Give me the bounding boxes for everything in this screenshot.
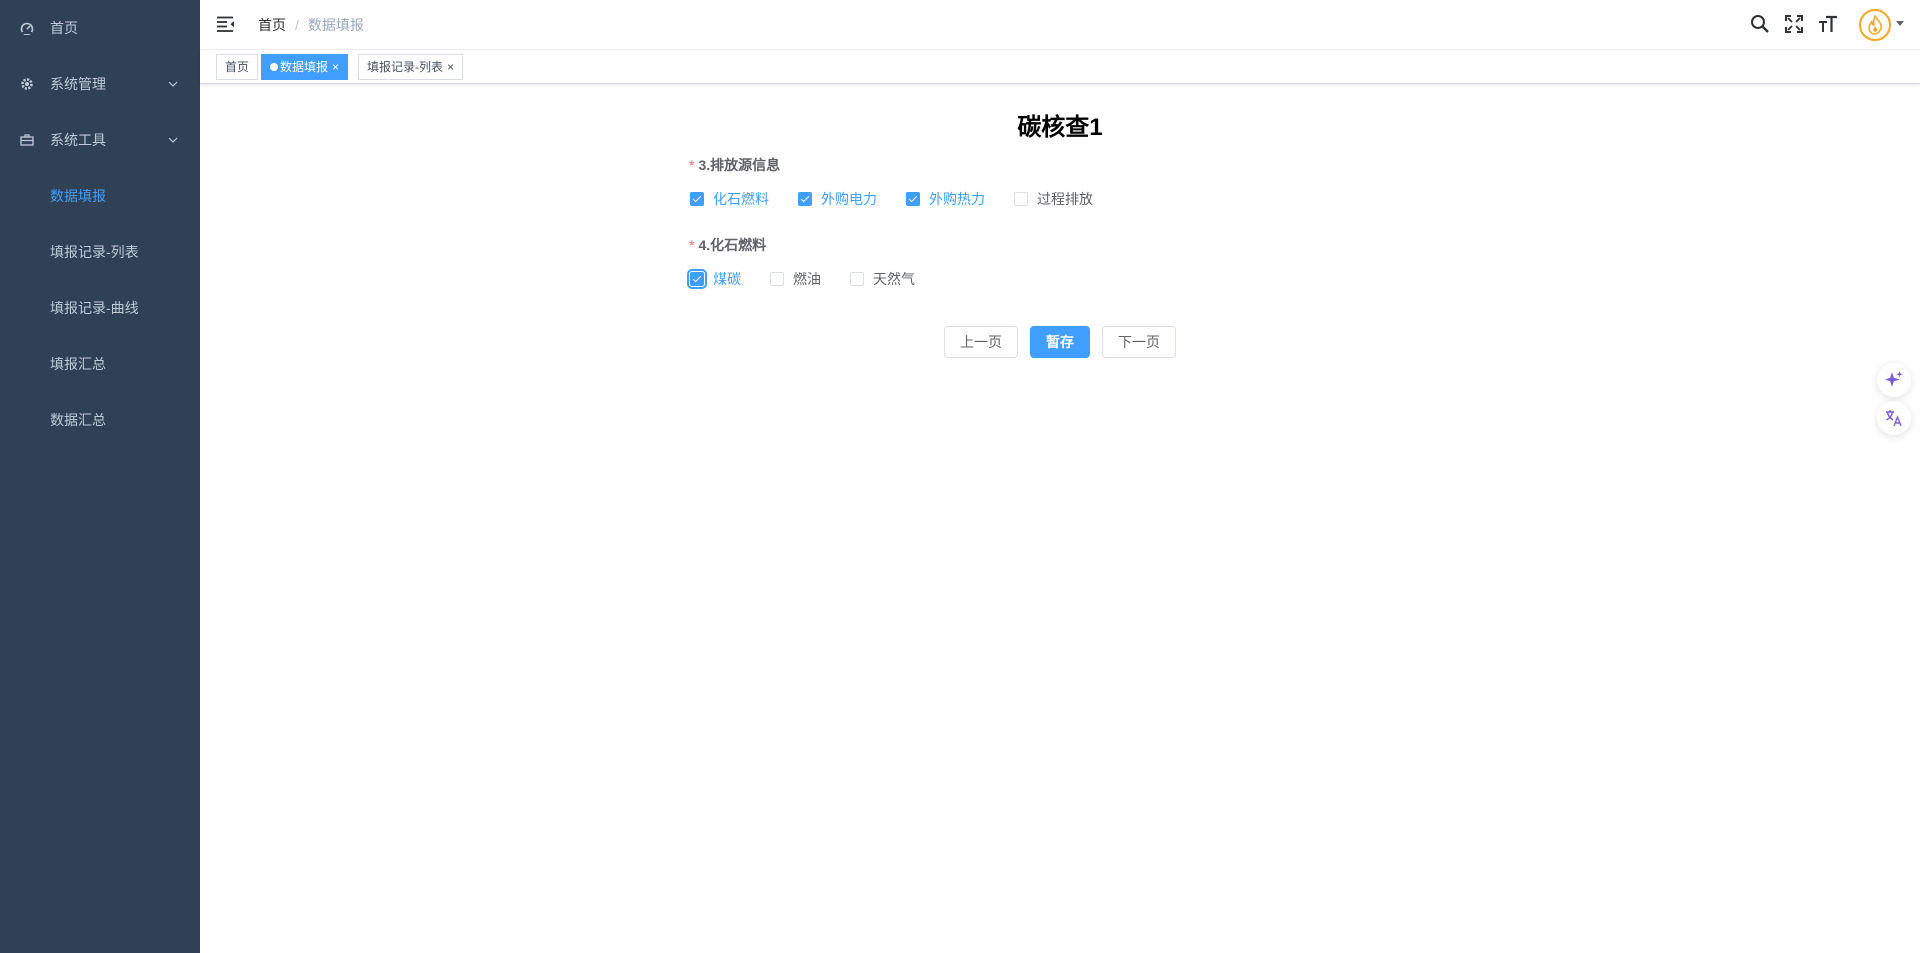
checkbox-box [798, 192, 812, 206]
sidebar-item-label: 首页 [50, 20, 78, 36]
search-icon[interactable] [1750, 14, 1770, 34]
checkbox-coal[interactable]: 煤碳 [687, 269, 741, 289]
sidebar-subitem-data-summary[interactable]: 数据汇总 [0, 392, 200, 448]
tag-label: 数据填报 [280, 60, 329, 74]
checkbox-label: 煤碳 [713, 271, 741, 287]
checkbox-box [850, 272, 864, 286]
tag-records-list[interactable]: 填报记录-列表 × [358, 54, 464, 80]
required-mark: * [689, 157, 695, 173]
checkbox-box [1014, 192, 1028, 206]
sidebar-subitem-label: 数据汇总 [50, 412, 106, 428]
chevron-down-icon [168, 137, 178, 143]
caret-down-icon[interactable] [1896, 21, 1904, 26]
hamburger-icon[interactable] [217, 16, 235, 32]
sidebar-subitem-label: 填报汇总 [50, 356, 106, 372]
checkbox-natural-gas[interactable]: 天然气 [850, 269, 915, 289]
sidebar-item-label: 系统工具 [50, 132, 106, 148]
tag-label: 填报记录-列表 [367, 60, 443, 74]
checkbox-label: 天然气 [873, 271, 915, 287]
checkbox-label: 燃油 [793, 271, 821, 287]
breadcrumb: 首页 / 数据填报 [258, 16, 364, 34]
gear-icon [21, 78, 33, 90]
sidebar-item-home[interactable]: 首页 [0, 0, 200, 56]
ai-assistant-button[interactable] [1877, 363, 1911, 397]
prev-page-button[interactable]: 上一页 [944, 326, 1018, 358]
question-3-label: * 3.排放源信息 [689, 156, 780, 174]
chevron-down-icon [168, 81, 178, 87]
checkbox-process-emissions[interactable]: 过程排放 [1014, 189, 1093, 209]
sidebar-subitem-entry-summary[interactable]: 填报汇总 [0, 336, 200, 392]
sidebar-item-system-management[interactable]: 系统管理 [0, 56, 200, 112]
sidebar-subitem-data-entry[interactable]: 数据填报 [0, 168, 200, 224]
flame-logo-icon [1868, 14, 1882, 35]
sidebar-subitem-records-list[interactable]: 填报记录-列表 [0, 224, 200, 280]
toolbox-icon [20, 134, 34, 146]
sidebar-subitem-label: 数据填报 [50, 188, 106, 204]
sidebar-item-label: 系统管理 [50, 76, 106, 92]
avatar[interactable] [1859, 9, 1891, 41]
tags-view: 首页 数据填报 × 填报记录-列表 × [200, 50, 1920, 84]
checkbox-box [770, 272, 784, 286]
sidebar-subitem-label: 填报记录-曲线 [50, 300, 139, 316]
close-icon[interactable]: × [332, 55, 339, 79]
tag-label: 首页 [225, 60, 250, 74]
active-dot-icon [270, 63, 278, 71]
sidebar-subitem-label: 填报记录-列表 [50, 244, 139, 260]
save-draft-button[interactable]: 暂存 [1030, 326, 1090, 358]
checkbox-label: 化石燃料 [713, 191, 769, 207]
sidebar-item-system-tools[interactable]: 系统工具 [0, 112, 200, 168]
sidebar: 首页 系统管理 系统工具 数据填报 填报记录-列表 填报记录-曲线 填报汇总 数… [0, 0, 200, 953]
close-icon[interactable]: × [447, 55, 454, 79]
font-size-icon[interactable] [1818, 14, 1838, 34]
sidebar-subitem-records-curve[interactable]: 填报记录-曲线 [0, 280, 200, 336]
checkbox-purchased-heat[interactable]: 外购热力 [906, 189, 985, 209]
form-title: 碳核查1 [1017, 114, 1103, 141]
translate-icon [1886, 410, 1902, 427]
dashboard-icon [20, 22, 34, 35]
next-page-button[interactable]: 下一页 [1102, 326, 1176, 358]
translate-button[interactable] [1877, 401, 1911, 435]
question-3-text: 3.排放源信息 [698, 157, 781, 173]
breadcrumb-home[interactable]: 首页 [258, 16, 286, 34]
breadcrumb-current: 数据填报 [307, 17, 364, 33]
checkbox-fossil-fuel[interactable]: 化石燃料 [690, 189, 769, 209]
checkbox-box [906, 192, 920, 206]
required-mark: * [689, 237, 695, 253]
checkbox-box [687, 269, 707, 289]
question-4-label: * 4.化石燃料 [689, 236, 766, 254]
sparkle-icon [1885, 371, 1903, 387]
breadcrumb-separator: / [295, 17, 299, 33]
checkbox-label: 外购电力 [821, 191, 877, 207]
checkbox-label: 外购热力 [929, 191, 985, 207]
checkbox-box [690, 192, 704, 206]
checkbox-purchased-electricity[interactable]: 外购电力 [798, 189, 877, 209]
checkbox-label: 过程排放 [1037, 191, 1093, 207]
tag-data-entry[interactable]: 数据填报 × [261, 54, 349, 80]
question-4-text: 4.化石燃料 [698, 237, 767, 253]
fullscreen-icon[interactable] [1784, 14, 1804, 34]
tag-home[interactable]: 首页 [216, 54, 259, 80]
navbar: 首页 / 数据填报 [200, 0, 1920, 50]
checkbox-fuel-oil[interactable]: 燃油 [770, 269, 821, 289]
